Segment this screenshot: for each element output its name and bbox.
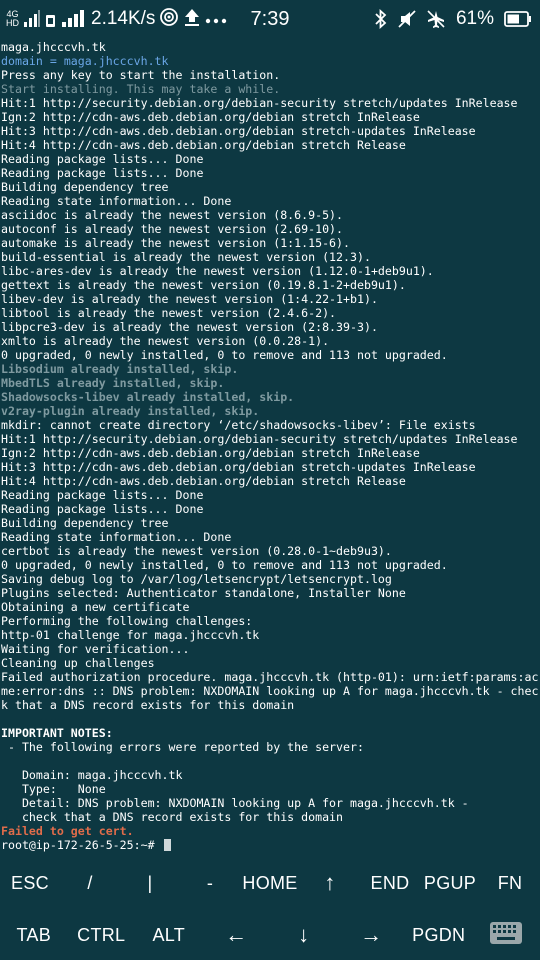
terminal-line: Shadowsocks-libev already installed, ski…: [1, 390, 295, 404]
terminal-line: libpcre3-dev is already the newest versi…: [1, 320, 378, 334]
terminal-line: Cleaning up challenges: [1, 656, 155, 670]
shell-prompt: root@ip-172-26-5-25:~#: [1, 838, 162, 852]
terminal-line: check that a DNS record exists for this …: [1, 810, 344, 824]
key-pgup[interactable]: PGUP: [420, 857, 480, 909]
terminal-line: Reading package lists... Done: [1, 488, 204, 502]
key-fn[interactable]: FN: [480, 857, 540, 909]
terminal-line: Building dependency tree: [1, 180, 169, 194]
key-ctrl[interactable]: CTRL: [68, 909, 136, 960]
mute-icon: [398, 9, 416, 29]
key-alt[interactable]: ALT: [135, 909, 203, 960]
terminal-line: Hit:1 http://security.debian.org/debian-…: [1, 432, 518, 446]
terminal-line: build-essential is already the newest ve…: [1, 250, 371, 264]
terminal-output[interactable]: maga.jhcccvh.tk domain = maga.jhcccvh.tk P…: [0, 40, 540, 855]
status-bar-right: 61%: [374, 0, 532, 38]
key-end[interactable]: END: [360, 857, 420, 909]
terminal-line: maga.jhcccvh.tk: [1, 40, 106, 54]
terminal-line: Press any key to start the installation.: [1, 68, 281, 82]
terminal-line: asciidoc is already the newest version (…: [1, 208, 344, 222]
terminal-line: Reading package lists... Done: [1, 166, 204, 180]
key-tab[interactable]: TAB: [0, 909, 68, 960]
terminal-line: Ign:2 http://cdn-aws.deb.debian.org/debi…: [1, 446, 420, 460]
terminal-line: Hit:3 http://cdn-aws.deb.debian.org/debi…: [1, 124, 476, 138]
terminal-line: MbedTLS already installed, skip.: [1, 376, 225, 390]
terminal-prompt-line[interactable]: root@ip-172-26-5-25:~#: [0, 838, 540, 852]
terminal-line: gettext is already the newest version (0…: [1, 278, 406, 292]
terminal-line: Hit:4 http://cdn-aws.deb.debian.org/debi…: [1, 474, 406, 488]
key-pgdn[interactable]: PGDN: [405, 909, 473, 960]
status-bar-left: 4G HD 2.14K/s: [6, 0, 227, 38]
battery-icon: [504, 10, 532, 28]
more-icon: [205, 10, 227, 29]
bluetooth-icon: [374, 9, 388, 29]
battery-percent: 61%: [455, 8, 494, 29]
key-right-arrow[interactable]: →: [338, 909, 406, 960]
terminal-line: domain = maga.jhcccvh.tk: [1, 54, 169, 68]
hotspot-icon: [159, 7, 179, 31]
upload-icon: [183, 7, 201, 31]
key-home[interactable]: HOME: [240, 857, 300, 909]
terminal-line: me:error:dns :: DNS problem: NXDOMAIN lo…: [1, 684, 539, 698]
terminal-line: Hit:4 http://cdn-aws.deb.debian.org/debi…: [1, 138, 406, 152]
keyboard-icon: [489, 921, 523, 950]
terminal-line: 0 upgraded, 0 newly installed, 0 to remo…: [1, 558, 448, 572]
terminal-line: Saving debug log to /var/log/letsencrypt…: [1, 572, 392, 586]
terminal-line: libtool is already the newest version (2…: [1, 306, 337, 320]
terminal-line: Failed to get cert.: [1, 824, 134, 838]
key-left-arrow[interactable]: ←: [203, 909, 271, 960]
signal-icon: [23, 10, 41, 28]
key-slash[interactable]: /: [60, 857, 120, 909]
terminal-line: - The following errors were reported by …: [1, 740, 364, 754]
key-up-arrow[interactable]: ↑: [300, 857, 360, 909]
terminal-line: Type: None: [1, 782, 106, 796]
extra-keys-bar: ESC / | - HOME ↑ END PGUP FN TAB CTRL ALT ← ↓ → PGDN: [0, 855, 540, 960]
terminal-line: Libsodium already installed, skip.: [1, 362, 239, 376]
terminal-line: Reading state information... Done: [1, 194, 232, 208]
terminal-cursor: [163, 839, 171, 851]
key-down-arrow[interactable]: ↓: [270, 909, 338, 960]
terminal-line: certbot is already the newest version (0…: [1, 544, 392, 558]
signal-icon-2: [61, 10, 87, 28]
key-esc[interactable]: ESC: [0, 857, 60, 909]
terminal-line: http-01 challenge for maga.jhcccvh.tk: [1, 628, 260, 642]
terminal-line: Start installing. This may take a while.: [1, 82, 281, 96]
terminal-line: Ign:2 http://cdn-aws.deb.debian.org/debi…: [1, 110, 420, 124]
terminal-line: Failed authorization procedure. maga.jhc…: [1, 670, 539, 684]
airplane-off-icon: [426, 9, 446, 29]
terminal-line: 0 upgraded, 0 newly installed, 0 to remo…: [1, 348, 448, 362]
terminal-line: autoconf is already the newest version (…: [1, 222, 344, 236]
extra-keys-row-2: TAB CTRL ALT ← ↓ → PGDN: [0, 909, 540, 960]
network-type-badge: 4G HD: [6, 10, 19, 28]
terminal-line: IMPORTANT NOTES:: [1, 726, 113, 740]
terminal-line: automake is already the newest version (…: [1, 236, 351, 250]
terminal-line: Plugins selected: Authenticator standalo…: [1, 586, 406, 600]
terminal-line: mkdir: cannot create directory ‘/etc/sha…: [1, 418, 476, 432]
terminal-line: libc-ares-dev is already the newest vers…: [1, 264, 434, 278]
terminal-line: Domain: maga.jhcccvh.tk: [1, 768, 183, 782]
terminal-line: xmlto is already the newest version (0.0…: [1, 334, 330, 348]
terminal-line: Detail: DNS problem: NXDOMAIN looking up…: [1, 796, 469, 810]
terminal-line: Obtaining a new certificate: [1, 600, 190, 614]
terminal-line: Hit:3 http://cdn-aws.deb.debian.org/debi…: [1, 460, 476, 474]
sim-icon: [45, 10, 57, 28]
keyboard-toggle-button[interactable]: [473, 909, 540, 960]
terminal-line: Reading package lists... Done: [1, 502, 204, 516]
terminal-line: Building dependency tree: [1, 516, 169, 530]
terminal-line: Performing the following challenges:: [1, 614, 253, 628]
key-pipe[interactable]: |: [120, 857, 180, 909]
terminal-line: libev-dev is already the newest version …: [1, 292, 378, 306]
terminal-line: v2ray-plugin already installed, skip.: [1, 404, 260, 418]
terminal-line: k that a DNS record exists for this doma…: [1, 698, 295, 712]
hd-label: HD: [6, 18, 19, 28]
status-bar: 4G HD 2.14K/s 7:39 61%: [0, 0, 540, 38]
terminal-line: Reading state information... Done: [1, 530, 232, 544]
extra-keys-row-1: ESC / | - HOME ↑ END PGUP FN: [0, 857, 540, 909]
network-speed: 2.14K/s: [91, 8, 156, 29]
terminal-line: Reading package lists... Done: [1, 152, 204, 166]
terminal-line: Waiting for verification...: [1, 642, 190, 656]
key-minus[interactable]: -: [180, 857, 240, 909]
terminal-line: Hit:1 http://security.debian.org/debian-…: [1, 96, 518, 110]
